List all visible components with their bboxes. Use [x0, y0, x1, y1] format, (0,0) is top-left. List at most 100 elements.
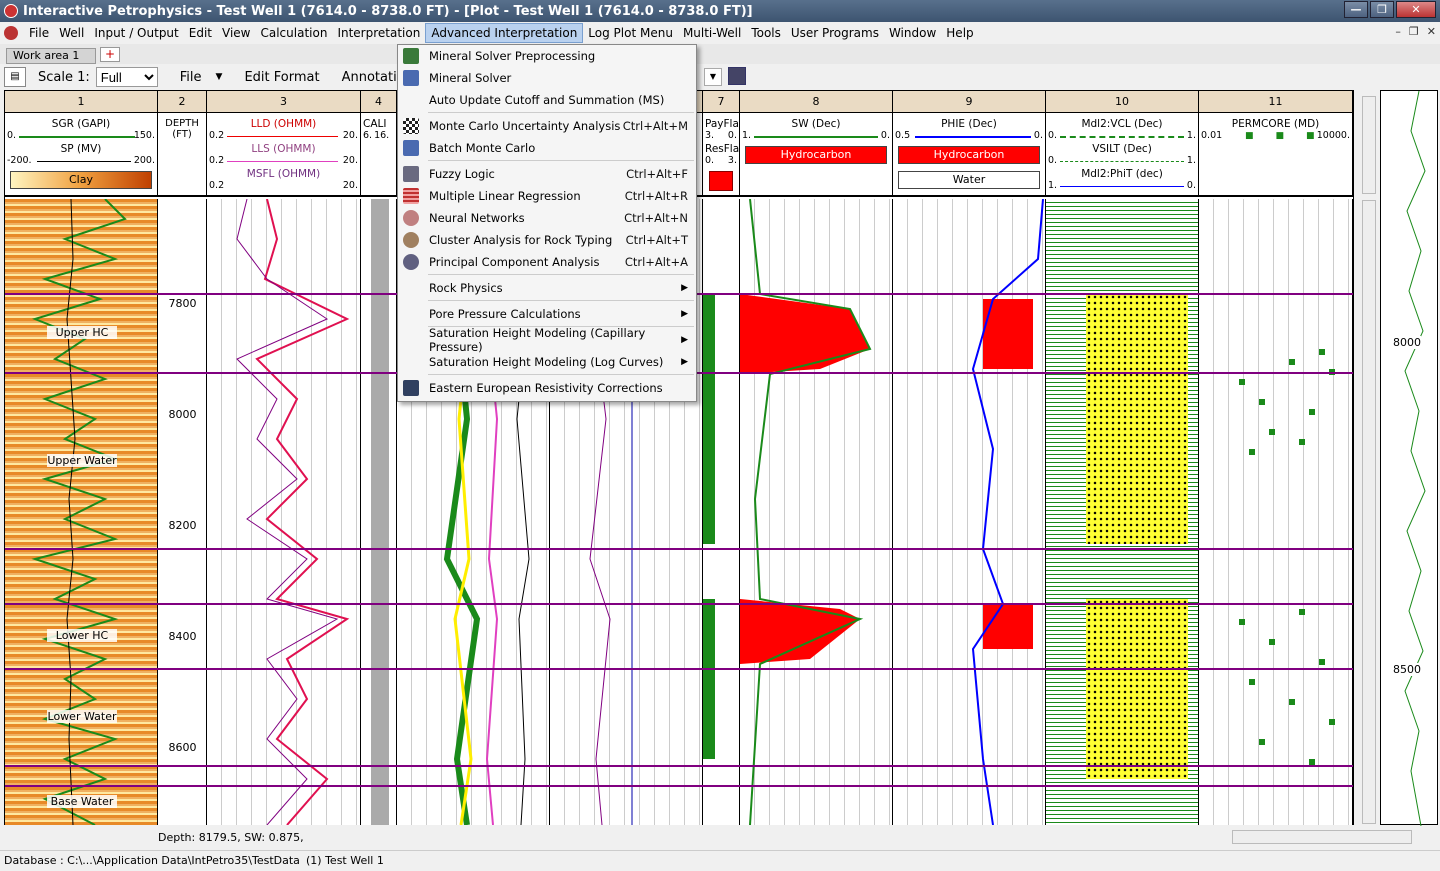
menu-interpretation[interactable]: Interpretation: [332, 23, 425, 43]
print-icon[interactable]: ▤: [4, 67, 26, 87]
tab-bar: Work area 1 +: [0, 44, 1440, 64]
track-number-4: 4: [361, 91, 397, 113]
vsilt-min: 0.: [1048, 155, 1058, 166]
document-icon[interactable]: [4, 26, 18, 40]
menu-separator: [428, 300, 694, 301]
menu-user-programs[interactable]: User Programs: [786, 23, 884, 43]
menu-window[interactable]: Window: [884, 23, 941, 43]
menu-view[interactable]: View: [217, 23, 255, 43]
menu-log-plot[interactable]: Log Plot Menu: [583, 23, 678, 43]
file-menu-button[interactable]: File: [180, 70, 202, 85]
menu-item-fuzzy-logic[interactable]: Fuzzy Logic Ctrl+Alt+F: [398, 163, 696, 185]
menu-separator: [428, 374, 694, 375]
menu-edit[interactable]: Edit: [184, 23, 217, 43]
menu-item-auto-update-cutoff[interactable]: Auto Update Cutoff and Summation (MS): [398, 89, 696, 111]
payflag-max: 0.: [727, 130, 737, 141]
zone-label-lower-water: Lower Water: [47, 710, 117, 723]
menu-item-saturation-height-log[interactable]: Saturation Height Modeling (Log Curves) …: [398, 351, 696, 373]
mineral-solver-preprocessing-icon: [403, 48, 419, 64]
resistivity-corrections-icon: [403, 380, 419, 396]
menu-item-mineral-solver[interactable]: Mineral Solver: [398, 67, 696, 89]
zone-label-upper-water: Upper Water: [47, 454, 117, 467]
track-number-7: 7: [703, 91, 740, 113]
menu-item-principal-component-analysis[interactable]: Principal Component Analysis Ctrl+Alt+A: [398, 251, 696, 273]
menu-item-monte-carlo[interactable]: Monte Carlo Uncertainty Analysis Ctrl+Al…: [398, 115, 696, 137]
track-3-header[interactable]: LLD (OHMM) 0.2 20. LLS (OHMM) 0.2 20. MSFL…: [207, 113, 361, 197]
clay-fill-legend: Clay: [10, 171, 152, 189]
zone-boundary: [5, 668, 1353, 670]
track-11-header[interactable]: PERMCORE (MD) 0.01 10000. ■ ■ ■: [1199, 113, 1353, 197]
permcore-min: 0.01: [1201, 130, 1223, 141]
cluster-analysis-icon: [403, 232, 419, 248]
resflag-fill-legend: [709, 171, 733, 191]
mdi-restore-button[interactable]: ❐: [1409, 25, 1419, 38]
track-number-8: 8: [740, 91, 893, 113]
track-number-9: 9: [893, 91, 1046, 113]
sand-fill: [1086, 294, 1188, 544]
menu-file[interactable]: File: [24, 23, 54, 43]
menu-separator: [428, 160, 694, 161]
minimize-button[interactable]: —: [1344, 1, 1368, 18]
track-9-header[interactable]: PHIE (Dec) 0.5 0. Hydrocarbon Water: [893, 113, 1046, 197]
mineral-solver-icon: [403, 70, 419, 86]
lls-max: 20.: [342, 155, 358, 166]
menu-input-output[interactable]: Input / Output: [89, 23, 183, 43]
mdi-minimize-button[interactable]: –: [1395, 25, 1401, 38]
horizontal-scrollbar[interactable]: [1232, 830, 1412, 844]
sp-min: -200.: [7, 155, 32, 166]
zone-label-lower-hc: Lower HC: [47, 629, 117, 642]
menu-well[interactable]: Well: [54, 23, 89, 43]
header-scrollbar[interactable]: [1362, 96, 1376, 194]
track-10-header[interactable]: Mdl2:VCL (Dec) 0. 1. VSILT (Dec) 0. 1. Mdl…: [1046, 113, 1199, 197]
menu-item-eastern-european-resistivity[interactable]: Eastern European Resistivity Corrections: [398, 377, 696, 399]
track-4-header[interactable]: CALI 6. 16.: [361, 113, 397, 197]
menu-item-cluster-analysis[interactable]: Cluster Analysis for Rock Typing Ctrl+Al…: [398, 229, 696, 251]
chevron-down-icon[interactable]: ▼: [704, 68, 722, 86]
menu-tools[interactable]: Tools: [746, 23, 786, 43]
depth-label-8600: 8600: [168, 741, 197, 754]
menu-item-mineral-solver-preprocessing[interactable]: Mineral Solver Preprocessing: [398, 45, 696, 67]
plot-vertical-scrollbar[interactable]: [1362, 200, 1376, 824]
menu-item-batch-monte-carlo[interactable]: Batch Monte Carlo: [398, 137, 696, 159]
track-7-header[interactable]: PayFla 3. 0. ResFla 0. 3.: [703, 113, 740, 197]
menu-item-neural-networks[interactable]: Neural Networks Ctrl+Alt+N: [398, 207, 696, 229]
vsilt-max: 1.: [1186, 155, 1196, 166]
track-2-header[interactable]: DEPTH (FT): [158, 113, 207, 197]
batch-monte-carlo-icon: [403, 140, 419, 156]
blank-icon: [403, 92, 419, 108]
maximize-button[interactable]: ❐: [1370, 1, 1394, 18]
database-path: Database : C:\...\Application Data\IntPe…: [4, 854, 300, 867]
new-tab-button[interactable]: +: [100, 47, 120, 62]
edit-format-button[interactable]: Edit Format: [244, 70, 319, 85]
menu-item-multiple-linear-regression[interactable]: Multiple Linear Regression Ctrl+Alt+R: [398, 185, 696, 207]
tab-work-area-1[interactable]: Work area 1: [6, 48, 96, 64]
grid-icon[interactable]: [728, 67, 746, 85]
mdi-close-button[interactable]: ✕: [1427, 25, 1436, 38]
track-8-header[interactable]: SW (Dec) 1. 0. Hydrocarbon: [740, 113, 893, 197]
submenu-arrow-icon: ▶: [681, 357, 688, 367]
blank-icon: [403, 306, 419, 322]
blank-icon: [403, 354, 419, 370]
menu-item-pore-pressure[interactable]: Pore Pressure Calculations ▶: [398, 303, 696, 325]
zone-label-base-water: Base Water: [47, 795, 117, 808]
track-1-header[interactable]: SGR (GAPI) 0. 150. SP (MV) -200. 200. Clay: [5, 113, 158, 197]
lls-min: 0.2: [209, 155, 225, 166]
vcl-max: 1.: [1186, 130, 1196, 141]
hydrocarbon-fill-legend: Hydrocarbon: [745, 146, 887, 164]
scale-select[interactable]: Full: [95, 67, 158, 87]
depth-label-7800: 7800: [168, 297, 197, 310]
menu-item-rock-physics[interactable]: Rock Physics ▶: [398, 277, 696, 299]
menu-item-saturation-height-capillary[interactable]: Saturation Height Modeling (Capillary Pr…: [398, 326, 696, 354]
menu-calculation[interactable]: Calculation: [255, 23, 332, 43]
menu-multi-well[interactable]: Multi-Well: [678, 23, 746, 43]
depth-navigator[interactable]: 8000 8500: [1380, 90, 1438, 826]
close-button[interactable]: ✕: [1396, 1, 1436, 18]
advanced-interpretation-menu: Mineral Solver Preprocessing Mineral Sol…: [397, 44, 697, 402]
navigator-curve: [1404, 91, 1426, 826]
file-dropdown-icon[interactable]: ▼: [216, 72, 223, 82]
app-icon: [4, 4, 18, 18]
zone-boundary: [5, 765, 1353, 767]
menu-help[interactable]: Help: [941, 23, 978, 43]
menu-advanced-interpretation[interactable]: Advanced Interpretation: [425, 23, 584, 43]
depth-label-8400: 8400: [168, 630, 197, 643]
